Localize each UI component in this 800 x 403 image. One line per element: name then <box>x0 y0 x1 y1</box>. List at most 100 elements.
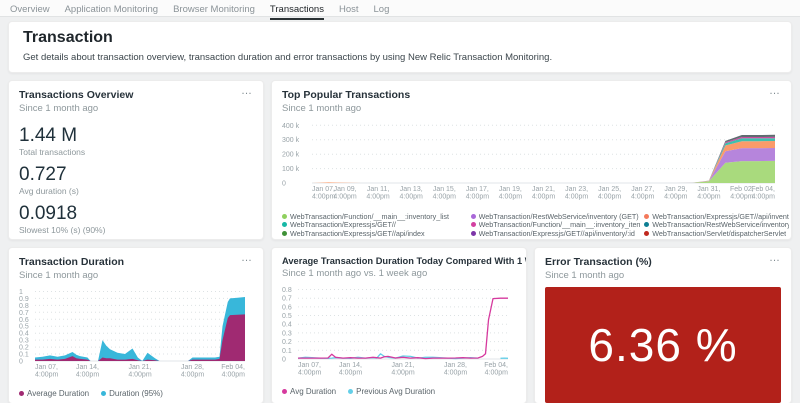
tab-log[interactable]: Log <box>374 4 390 20</box>
legend-label: WebTransaction/Servlet/dispatcherServlet <box>652 229 786 238</box>
tab-host[interactable]: Host <box>339 4 359 20</box>
top-popular-legend: WebTransaction/Function/__main__:invento… <box>282 212 781 240</box>
page-description: Get details about transaction overview, … <box>23 52 777 63</box>
page-title: Transaction <box>23 29 777 47</box>
svg-text:Jan 31,4:00pm: Jan 31,4:00pm <box>697 186 721 201</box>
legend-item[interactable]: WebTransaction/Expressjs/GET// <box>282 221 467 230</box>
svg-text:0: 0 <box>19 359 23 366</box>
legend-dot-icon <box>471 231 476 236</box>
svg-text:0.5: 0.5 <box>282 313 292 320</box>
svg-text:Jan 21,4:00pm: Jan 21,4:00pm <box>128 364 152 379</box>
card-subtitle: Since 1 month ago <box>19 270 253 281</box>
legend-dot-icon <box>644 214 649 219</box>
legend-dot-icon <box>471 214 476 219</box>
svg-text:Jan 13,4:00pm: Jan 13,4:00pm <box>400 186 424 201</box>
card-transaction-duration: Transaction Duration Since 1 month ago …… <box>8 247 264 403</box>
ellipsis-menu-icon[interactable]: … <box>504 252 516 264</box>
svg-text:300 k: 300 k <box>282 137 300 144</box>
svg-text:0.9: 0.9 <box>19 296 29 303</box>
legend-item[interactable]: WebTransaction/RestWebService/inventory … <box>471 212 641 221</box>
legend-dot-icon <box>101 391 106 396</box>
svg-text:0.2: 0.2 <box>19 345 29 352</box>
legend-dot-icon <box>348 389 353 394</box>
card-title: Average Transaction Duration Today Compa… <box>282 256 516 266</box>
svg-text:Jan 19,4:00pm: Jan 19,4:00pm <box>499 186 523 201</box>
legend-item[interactable]: WebTransaction/Function/__main__:invento… <box>282 212 467 221</box>
avg-duration-compare-chart: 00.10.20.30.40.50.60.70.8Jan 07,4:00pmJa… <box>282 283 516 379</box>
legend-item[interactable]: OtherTransaction/Initializer/ServletCont… <box>282 238 467 240</box>
dashboard-row-2: Transaction Duration Since 1 month ago …… <box>8 247 792 403</box>
svg-text:0.4: 0.4 <box>282 322 292 329</box>
svg-text:Jan 17,4:00pm: Jan 17,4:00pm <box>466 186 490 201</box>
top-popular-chart: 0100 k200 k300 k400 kJan 07,4:00pmJan 09… <box>282 118 781 204</box>
ellipsis-menu-icon[interactable]: … <box>241 85 253 97</box>
svg-text:0.3: 0.3 <box>19 338 29 345</box>
svg-text:0.1: 0.1 <box>282 348 292 355</box>
legend-item[interactable]: Avg Duration <box>282 387 336 396</box>
card-title: Transaction Duration <box>19 256 253 268</box>
legend-label: OtherTransaction/Initializer/ServletCont… <box>290 238 467 240</box>
legend-label: Previous Avg Duration <box>356 387 435 396</box>
ellipsis-menu-icon[interactable]: … <box>769 252 781 264</box>
svg-text:0.2: 0.2 <box>282 339 292 346</box>
metric: 1.44 MTotal transactions <box>19 125 253 157</box>
legend-label: WebTransaction/RestWebService/inventory/… <box>652 221 789 230</box>
legend-dot-icon <box>19 391 24 396</box>
svg-text:Jan 28,4:00pm: Jan 28,4:00pm <box>444 362 468 377</box>
svg-text:Feb 04,4:00pm: Feb 04,4:00pm <box>221 364 245 379</box>
card-subtitle: Since 1 month ago vs. 1 week ago <box>282 268 516 279</box>
legend-dot-icon <box>282 231 287 236</box>
svg-text:0.4: 0.4 <box>19 331 29 338</box>
legend-label: WebTransaction/Expressjs/GET// <box>290 221 396 230</box>
top-popular-chart-wrap: 0100 k200 k300 k400 kJan 07,4:00pmJan 09… <box>282 118 781 240</box>
legend-dot-icon <box>282 222 287 227</box>
svg-text:Jan 14,4:00pm: Jan 14,4:00pm <box>339 362 363 377</box>
svg-text:Jan 11,4:00pm: Jan 11,4:00pm <box>366 186 390 201</box>
legend-item[interactable]: WebTransaction/RestWebService/inventory/… <box>644 221 789 230</box>
legend-item[interactable]: WebTransaction/Expressjs/GET//api/index <box>282 229 467 238</box>
legend-label: Avg Duration <box>290 387 336 396</box>
legend-dot-icon <box>471 222 476 227</box>
tab-overview[interactable]: Overview <box>10 4 50 20</box>
svg-text:100 k: 100 k <box>282 166 300 173</box>
card-subtitle: Since 1 month ago <box>282 103 781 114</box>
duration-legend: Average Duration Duration (95%) <box>19 389 253 398</box>
legend-column: WebTransaction/RestWebService/inventory … <box>471 212 641 240</box>
legend-item[interactable]: Average Duration <box>19 389 89 398</box>
svg-text:Jan 07,4:00pm: Jan 07,4:00pm <box>35 364 59 379</box>
avg-compare-chart-wrap: 00.10.20.30.40.50.60.70.8Jan 07,4:00pmJa… <box>282 283 516 396</box>
metric: 0.727Avg duration (s) <box>19 164 253 196</box>
svg-text:0: 0 <box>282 357 286 364</box>
ellipsis-menu-icon[interactable]: … <box>241 252 253 264</box>
overview-metrics: 1.44 MTotal transactions 0.727Avg duratio… <box>19 125 253 240</box>
metric-label: Total transactions <box>19 147 253 157</box>
legend-dot-icon <box>282 214 287 219</box>
legend-item[interactable]: WebTransaction/Expressjs/GET//api/invent… <box>471 229 641 238</box>
legend-item[interactable]: WebTransaction/Servlet/dispatcherServlet <box>644 229 789 238</box>
legend-item[interactable]: Duration (95%) <box>101 389 163 398</box>
legend-item[interactable]: WebTransaction/Function/__main__:invento… <box>471 221 641 230</box>
legend-label: Duration (95%) <box>109 389 163 398</box>
avg-compare-legend: Avg Duration Previous Avg Duration <box>282 387 516 396</box>
card-title: Top Popular Transactions <box>282 89 781 101</box>
metric-value: 0.0918 <box>19 203 253 224</box>
nav-tabs: Overview Application Monitoring Browser Mo… <box>10 4 790 20</box>
svg-text:400 k: 400 k <box>282 123 300 130</box>
ellipsis-menu-icon[interactable]: … <box>769 85 781 97</box>
tab-application-monitoring[interactable]: Application Monitoring <box>65 4 158 20</box>
svg-text:Jan 09,4:00pm: Jan 09,4:00pm <box>333 186 357 201</box>
svg-text:Jan 25,4:00pm: Jan 25,4:00pm <box>598 186 622 201</box>
svg-text:0.6: 0.6 <box>19 317 29 324</box>
svg-text:Jan 23,4:00pm: Jan 23,4:00pm <box>565 186 589 201</box>
legend-item[interactable]: Previous Avg Duration <box>348 387 435 396</box>
svg-text:0.7: 0.7 <box>282 296 292 303</box>
svg-text:Jan 21,4:00pm: Jan 21,4:00pm <box>532 186 556 201</box>
svg-text:Jan 28,4:00pm: Jan 28,4:00pm <box>181 364 205 379</box>
svg-text:Jan 07,4:00pm: Jan 07,4:00pm <box>298 362 322 377</box>
svg-text:Feb 04,4:00pm: Feb 04,4:00pm <box>751 186 775 201</box>
tab-transactions[interactable]: Transactions <box>270 4 324 20</box>
error-billboard: 6.36 % <box>545 287 781 403</box>
legend-item[interactable]: WebTransaction/Expressjs/GET//api/invent… <box>644 212 789 221</box>
card-error-transaction: Error Transaction (%) Since 1 month ago … <box>534 247 792 403</box>
tab-browser-monitoring[interactable]: Browser Monitoring <box>173 4 255 20</box>
